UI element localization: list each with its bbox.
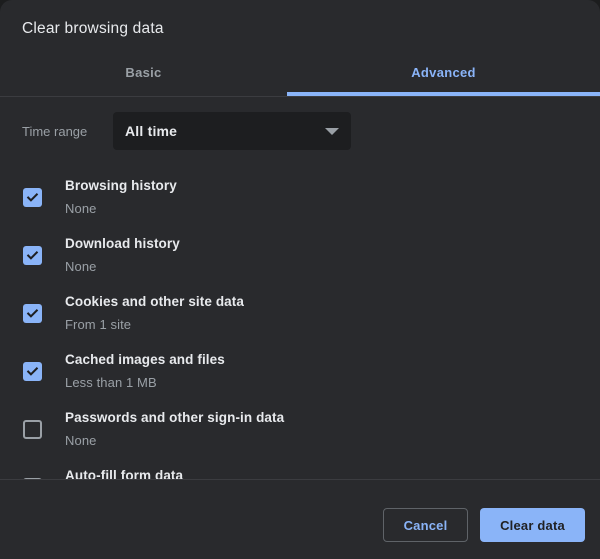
list-item-text: Download history None	[65, 236, 180, 274]
item-title: Passwords and other sign-in data	[65, 410, 284, 425]
item-title: Auto-fill form data	[65, 468, 183, 480]
tab-basic[interactable]: Basic	[0, 48, 287, 96]
check-icon	[25, 190, 40, 205]
check-icon	[25, 364, 40, 379]
checkbox[interactable]	[23, 420, 42, 439]
list-item-text: Auto-fill form data	[65, 468, 183, 480]
checkbox[interactable]	[23, 362, 42, 381]
list-item-text: Passwords and other sign-in data None	[65, 410, 284, 448]
item-subtitle: From 1 site	[65, 317, 244, 332]
item-subtitle: None	[65, 201, 177, 216]
item-title: Cached images and files	[65, 352, 225, 367]
data-types-list: Browsing history None Download history N…	[0, 168, 600, 480]
list-item: Cached images and files Less than 1 MB	[0, 342, 600, 400]
item-subtitle: None	[65, 433, 284, 448]
list-item-text: Browsing history None	[65, 178, 177, 216]
clear-data-button[interactable]: Clear data	[480, 508, 585, 542]
list-item: Cookies and other site data From 1 site	[0, 284, 600, 342]
clear-browsing-data-dialog: Clear browsing data Basic Advanced Time …	[0, 0, 600, 559]
checkbox[interactable]	[23, 246, 42, 265]
checkbox[interactable]	[23, 188, 42, 207]
item-title: Browsing history	[65, 178, 177, 193]
chevron-down-icon	[325, 128, 339, 135]
list-item-text: Cookies and other site data From 1 site	[65, 294, 244, 332]
item-title: Download history	[65, 236, 180, 251]
check-icon	[25, 306, 40, 321]
time-range-value: All time	[125, 123, 177, 139]
time-range-row: Time range All time	[22, 112, 600, 150]
checkbox[interactable]	[23, 304, 42, 323]
list-item: Passwords and other sign-in data None	[0, 400, 600, 458]
tab-advanced[interactable]: Advanced	[287, 48, 600, 96]
list-item: Browsing history None	[0, 168, 600, 226]
list-item: Download history None	[0, 226, 600, 284]
list-item-text: Cached images and files Less than 1 MB	[65, 352, 225, 390]
cancel-button[interactable]: Cancel	[383, 508, 468, 542]
item-title: Cookies and other site data	[65, 294, 244, 309]
check-icon	[25, 248, 40, 263]
tab-bar: Basic Advanced	[0, 48, 600, 97]
item-subtitle: None	[65, 259, 180, 274]
list-item: Auto-fill form data	[0, 458, 600, 480]
checkbox[interactable]	[23, 478, 42, 481]
dialog-title: Clear browsing data	[22, 20, 164, 38]
time-range-label: Time range	[22, 124, 113, 139]
time-range-select[interactable]: All time	[113, 112, 351, 150]
item-subtitle: Less than 1 MB	[65, 375, 225, 390]
